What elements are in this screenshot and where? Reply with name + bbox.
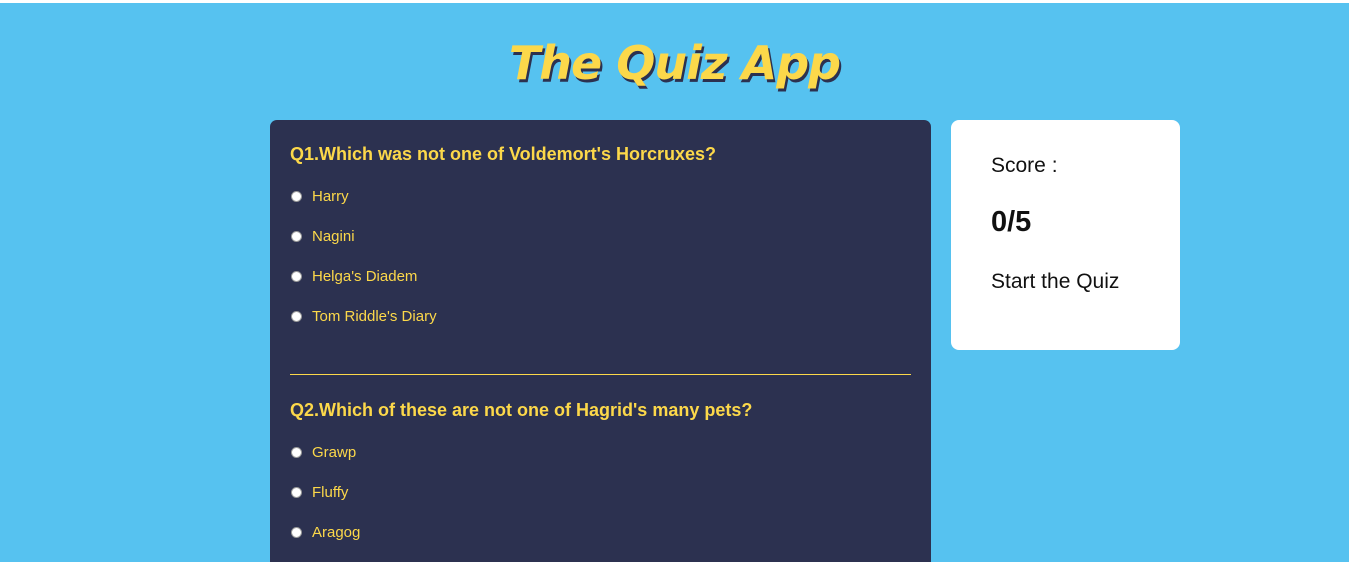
radio-button[interactable] bbox=[291, 446, 302, 458]
question-text: Q1.Which was not one of Voldemort's Horc… bbox=[290, 144, 717, 164]
option-label: Helga's Diadem bbox=[312, 267, 418, 285]
option-grawp[interactable]: Grawp bbox=[290, 432, 911, 472]
radio-button[interactable] bbox=[291, 486, 302, 498]
option-label: Grawp bbox=[312, 443, 357, 461]
radio-button[interactable] bbox=[291, 230, 302, 242]
score-status: Start the Quiz bbox=[991, 270, 1120, 293]
option-label: Nagini bbox=[312, 227, 355, 245]
quiz-panel: Q1.Which was not one of Voldemort's Horc… bbox=[270, 120, 931, 562]
option-aragog[interactable]: Aragog bbox=[290, 512, 911, 552]
question-divider bbox=[290, 374, 911, 375]
options-list: Harry Nagini Helga's Diadem Tom Riddle's… bbox=[290, 176, 911, 336]
option-nagini[interactable]: Nagini bbox=[290, 216, 911, 256]
option-fluffy[interactable]: Fluffy bbox=[290, 472, 911, 512]
option-tom-riddles-diary[interactable]: Tom Riddle's Diary bbox=[290, 296, 911, 336]
question-text: Q2.Which of these are not one of Hagrid'… bbox=[290, 400, 753, 420]
quiz-app: The Quiz App Q1.Which was not one of Vol… bbox=[0, 3, 1349, 562]
option-label: Harry bbox=[312, 187, 349, 205]
score-value: 0/5 bbox=[991, 206, 1032, 238]
option-label: Fluffy bbox=[312, 483, 349, 501]
option-label: Tom Riddle's Diary bbox=[312, 307, 437, 325]
score-card: Score : 0/5 Start the Quiz bbox=[951, 120, 1180, 350]
options-list: Grawp Fluffy Aragog bbox=[290, 432, 911, 552]
option-helgas-diadem[interactable]: Helga's Diadem bbox=[290, 256, 911, 296]
radio-button[interactable] bbox=[291, 310, 302, 322]
score-label: Score : bbox=[991, 154, 1058, 177]
option-label: Aragog bbox=[312, 523, 361, 541]
radio-button[interactable] bbox=[291, 526, 302, 538]
radio-button[interactable] bbox=[291, 270, 302, 282]
radio-button[interactable] bbox=[291, 190, 302, 202]
app-title: The Quiz App bbox=[508, 36, 841, 90]
option-harry[interactable]: Harry bbox=[290, 176, 911, 216]
question-2: Q2.Which of these are not one of Hagrid'… bbox=[290, 398, 911, 552]
question-1: Q1.Which was not one of Voldemort's Horc… bbox=[290, 142, 911, 336]
